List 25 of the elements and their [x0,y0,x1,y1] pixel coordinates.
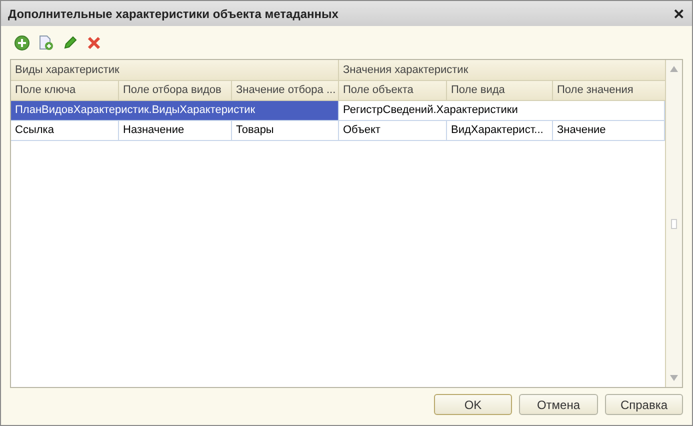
group-header: Виды характеристик [11,60,339,80]
dialog-button[interactable]: Справка [605,394,683,415]
scrollbar[interactable] [665,60,682,387]
table-cell[interactable]: Назначение [119,121,232,140]
scroll-down-icon[interactable] [670,375,678,381]
column-header[interactable]: Поле значения [553,81,665,100]
table-cell[interactable]: ПланВидовХарактеристик.ВидыХарактеристик [11,101,339,120]
table-cell[interactable]: Товары [232,121,339,140]
scroll-up-icon[interactable] [670,66,678,72]
add-button[interactable] [13,34,31,52]
column-header[interactable]: Поле отбора видов [119,81,232,100]
dialog-button[interactable]: OK [434,394,512,415]
column-header[interactable]: Поле вида [447,81,553,100]
dialog-button[interactable]: Отмена [519,394,598,415]
column-header[interactable]: Значение отбора ... [232,81,339,100]
scroll-thumb[interactable] [671,218,677,228]
column-header[interactable]: Поле объекта [339,81,447,100]
table-cell[interactable]: Объект [339,121,447,140]
table-cell[interactable]: ВидХарактерист... [447,121,553,140]
close-button[interactable]: ✕ [673,6,685,20]
table-cell[interactable]: Ссылка [11,121,119,140]
column-header[interactable]: Поле ключа [11,81,119,100]
group-header: Значения характеристик [342,62,470,78]
copy-button[interactable] [37,34,55,52]
window-title: Дополнительные характеристики объекта метаданных [8,6,338,22]
